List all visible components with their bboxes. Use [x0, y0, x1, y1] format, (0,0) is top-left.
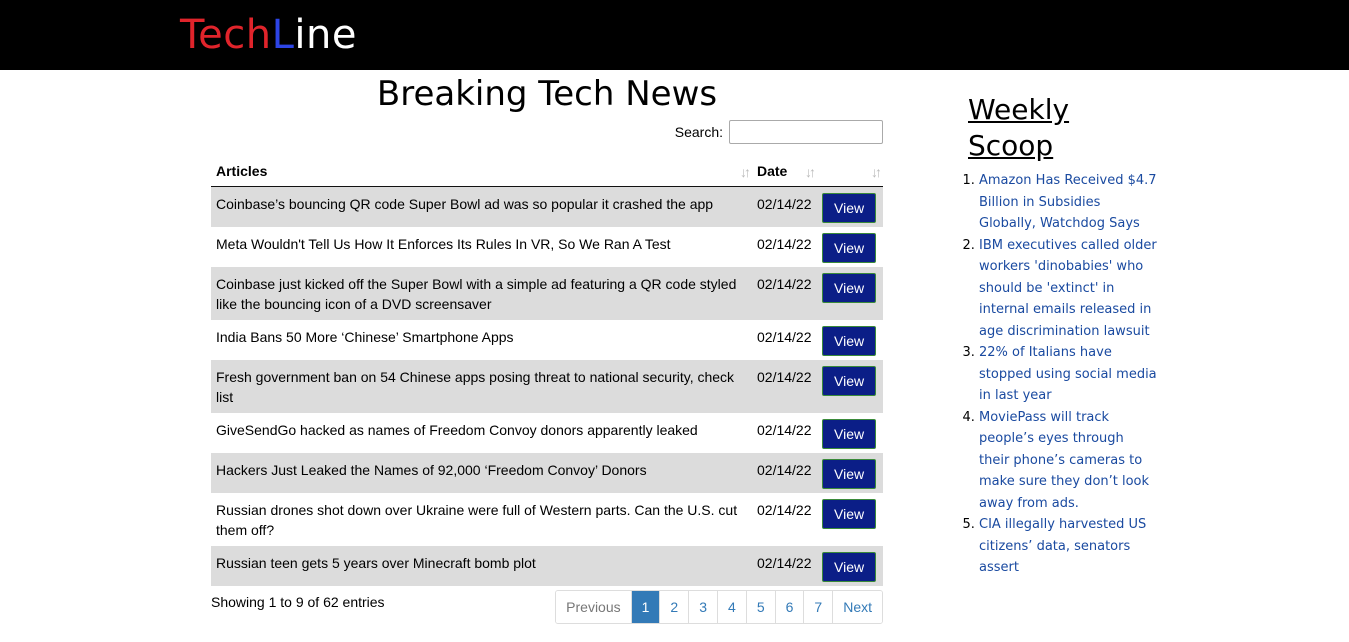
- scoop-item: CIA illegally harvested US citizens’ dat…: [979, 514, 1158, 579]
- article-title: India Bans 50 More ‘Chinese’ Smartphone …: [211, 320, 752, 360]
- scoop-item: IBM executives called older workers 'din…: [979, 235, 1158, 343]
- pagination-page[interactable]: 5: [745, 591, 775, 623]
- view-button[interactable]: View: [822, 499, 877, 529]
- table-info: Showing 1 to 9 of 62 entries: [211, 594, 385, 610]
- view-cell: View: [817, 413, 883, 453]
- article-date: 02/14/22: [752, 413, 817, 453]
- techline-logo[interactable]: TechLine: [180, 10, 357, 60]
- logo-part-tech: Tech: [180, 12, 272, 58]
- article-title: Russian drones shot down over Ukraine we…: [211, 493, 752, 546]
- scoop-link[interactable]: CIA illegally harvested US citizens’ dat…: [979, 517, 1146, 575]
- view-button[interactable]: View: [822, 459, 877, 489]
- sidebar-title: Weekly Scoop: [968, 93, 1070, 162]
- article-title: Meta Wouldn't Tell Us How It Enforces It…: [211, 227, 752, 267]
- article-date: 02/14/22: [752, 186, 817, 227]
- article-date: 02/14/22: [752, 267, 817, 320]
- pagination-next[interactable]: Next: [832, 591, 882, 623]
- view-cell: View: [817, 453, 883, 493]
- scoop-item: 22% of Italians have stopped using socia…: [979, 342, 1158, 407]
- view-button[interactable]: View: [822, 552, 877, 582]
- scoop-link[interactable]: IBM executives called older workers 'din…: [979, 238, 1157, 339]
- logo-part-l: L: [271, 12, 295, 58]
- top-navbar: TechLine: [0, 0, 1349, 70]
- search-area: Search:: [675, 120, 883, 144]
- scoop-item: MoviePass will track people’s eyes throu…: [979, 407, 1158, 515]
- articles-table: Articles ↓↑ Date ↓↑ ↓↑ Coinbase’s bouncing…: [211, 156, 883, 586]
- article-title: Coinbase’s bouncing QR code Super Bowl a…: [211, 186, 752, 227]
- pagination-page[interactable]: 3: [688, 591, 718, 623]
- view-button[interactable]: View: [822, 366, 877, 396]
- view-button[interactable]: View: [822, 193, 877, 223]
- scoop-item: Amazon Has Received $4.7 Billion in Subs…: [979, 170, 1158, 235]
- table-row: Hackers Just Leaked the Names of 92,000 …: [211, 453, 883, 493]
- table-header-row: Articles ↓↑ Date ↓↑ ↓↑: [211, 156, 883, 187]
- article-date: 02/14/22: [752, 493, 817, 546]
- column-header-date-label: Date: [757, 163, 788, 179]
- view-cell: View: [817, 493, 883, 546]
- table-row: Meta Wouldn't Tell Us How It Enforces It…: [211, 227, 883, 267]
- search-input[interactable]: [729, 120, 883, 144]
- view-cell: View: [817, 186, 883, 227]
- weekly-scoop-sidebar: Weekly Scoop Amazon Has Received $4.7 Bi…: [958, 92, 1158, 579]
- view-cell: View: [817, 546, 883, 586]
- scoop-link[interactable]: MoviePass will track people’s eyes throu…: [979, 410, 1149, 511]
- pagination-page[interactable]: 2: [659, 591, 689, 623]
- article-title: GiveSendGo hacked as names of Freedom Co…: [211, 413, 752, 453]
- pagination-page[interactable]: 1: [630, 591, 660, 623]
- view-cell: View: [817, 320, 883, 360]
- view-cell: View: [817, 227, 883, 267]
- column-header-articles[interactable]: Articles ↓↑: [211, 156, 752, 187]
- table-row: Russian teen gets 5 years over Minecraft…: [211, 546, 883, 586]
- sort-icon: ↓↑: [740, 164, 751, 180]
- article-date: 02/14/22: [752, 320, 817, 360]
- article-date: 02/14/22: [752, 546, 817, 586]
- pagination: Previous 1 2 3 4 5 6 7 Next: [555, 590, 883, 624]
- view-button[interactable]: View: [822, 326, 877, 356]
- article-date: 02/14/22: [752, 453, 817, 493]
- article-title: Coinbase just kicked off the Super Bowl …: [211, 267, 752, 320]
- pagination-page[interactable]: 6: [774, 591, 804, 623]
- article-title: Fresh government ban on 54 Chinese apps …: [211, 360, 752, 413]
- pagination-previous[interactable]: Previous: [556, 591, 631, 623]
- table-row: Coinbase just kicked off the Super Bowl …: [211, 267, 883, 320]
- view-cell: View: [817, 360, 883, 413]
- table-row: GiveSendGo hacked as names of Freedom Co…: [211, 413, 883, 453]
- logo-part-ine: ine: [294, 12, 357, 58]
- scoop-list: Amazon Has Received $4.7 Billion in Subs…: [958, 170, 1158, 579]
- article-title: Russian teen gets 5 years over Minecraft…: [211, 546, 752, 586]
- pagination-page[interactable]: 7: [803, 591, 833, 623]
- table-row: Russian drones shot down over Ukraine we…: [211, 493, 883, 546]
- table-row: Coinbase’s bouncing QR code Super Bowl a…: [211, 186, 883, 227]
- view-button[interactable]: View: [822, 233, 877, 263]
- view-cell: View: [817, 267, 883, 320]
- pagination-page[interactable]: 4: [717, 591, 746, 623]
- article-date: 02/14/22: [752, 360, 817, 413]
- table-row: India Bans 50 More ‘Chinese’ Smartphone …: [211, 320, 883, 360]
- view-button[interactable]: View: [822, 419, 877, 449]
- view-button[interactable]: View: [822, 273, 877, 303]
- article-date: 02/14/22: [752, 227, 817, 267]
- column-header-articles-label: Articles: [216, 163, 268, 179]
- table-row: Fresh government ban on 54 Chinese apps …: [211, 360, 883, 413]
- column-header-date[interactable]: Date ↓↑: [752, 156, 817, 187]
- article-title: Hackers Just Leaked the Names of 92,000 …: [211, 453, 752, 493]
- search-label: Search:: [674, 124, 723, 140]
- sort-icon: ↓↑: [805, 164, 816, 180]
- scoop-link[interactable]: Amazon Has Received $4.7 Billion in Subs…: [979, 173, 1157, 231]
- page-title: Breaking Tech News: [376, 74, 718, 114]
- sort-icon: ↓↑: [871, 164, 882, 180]
- column-header-action[interactable]: ↓↑: [817, 156, 883, 187]
- scoop-link[interactable]: 22% of Italians have stopped using socia…: [979, 345, 1157, 403]
